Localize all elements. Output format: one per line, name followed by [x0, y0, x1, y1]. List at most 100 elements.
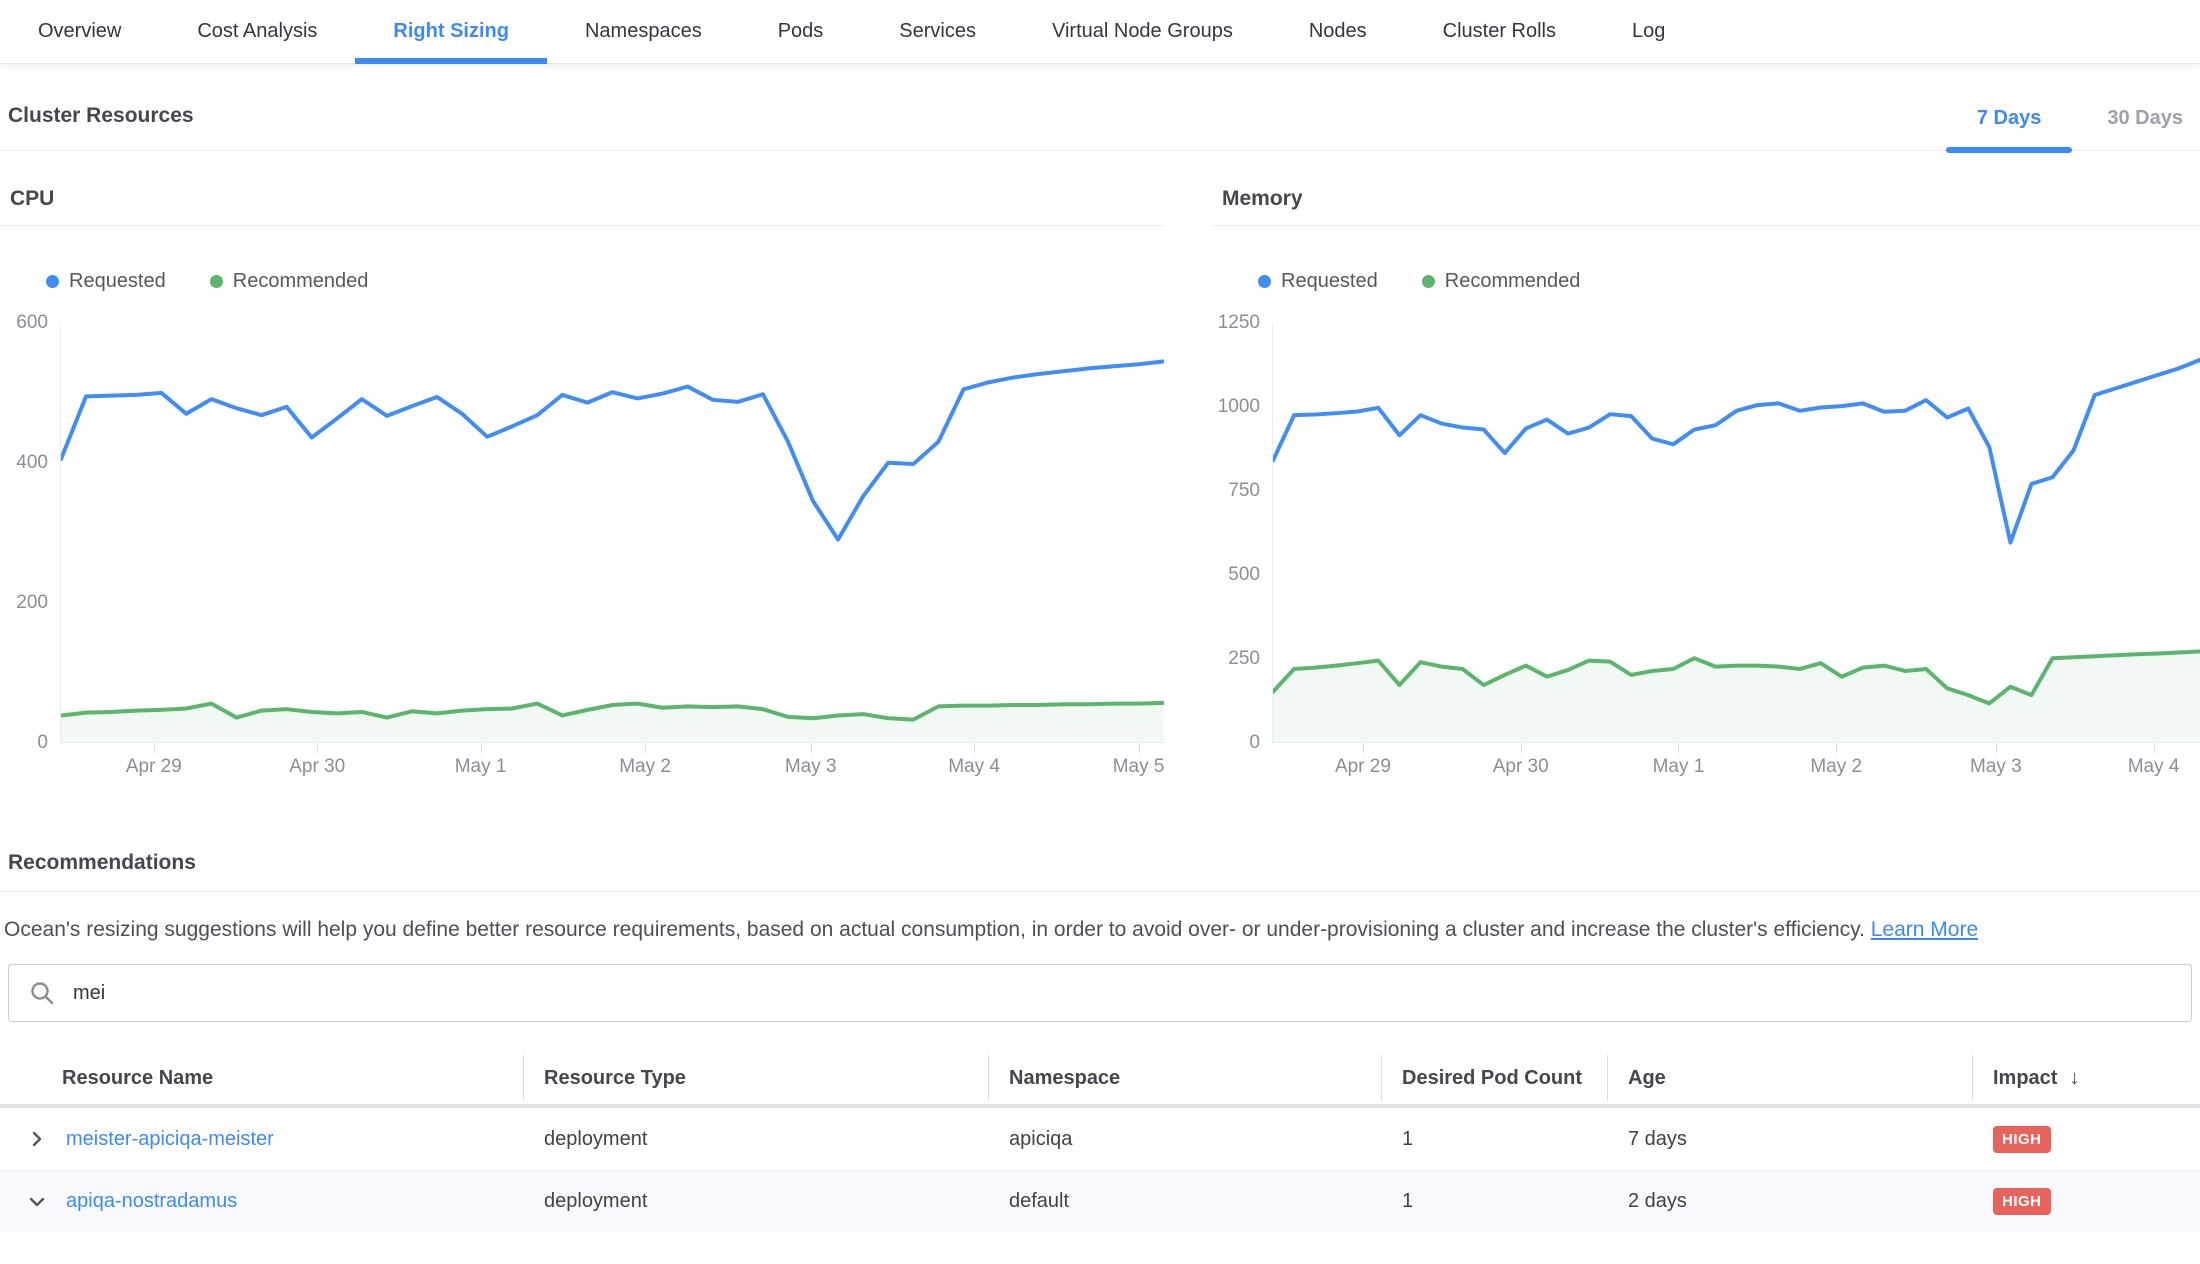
x-axis-labels: Apr 29Apr 30May 1May 2May 3May 4May 5 — [60, 743, 1164, 787]
legend-label: Recommended — [1445, 270, 1581, 293]
y-tick-label: 250 — [1228, 648, 1260, 670]
x-tick-mark — [154, 743, 155, 753]
x-tick-mark — [481, 743, 482, 753]
series-line-requested — [61, 361, 1164, 539]
y-tick-label: 750 — [1228, 480, 1260, 502]
x-tick-mark — [1836, 743, 1837, 753]
legend-item-requested[interactable]: Requested — [46, 270, 166, 293]
x-tick-label: May 3 — [785, 756, 837, 778]
age-cell: 2 days — [1607, 1190, 1972, 1213]
x-tick-mark — [1678, 743, 1679, 753]
column-header-label: Resource Type — [544, 1067, 686, 1090]
x-tick-label: Apr 29 — [126, 756, 182, 778]
x-tick-label: Apr 29 — [1335, 756, 1391, 778]
y-tick-label: 600 — [16, 312, 48, 334]
impact-badge: HIGH — [1993, 1126, 2051, 1153]
legend-dot-icon — [46, 275, 59, 288]
chevron-down-icon[interactable] — [26, 1191, 48, 1213]
recommendations-header: Recommendations — [0, 851, 2200, 892]
impact-cell: HIGH — [1972, 1126, 2200, 1153]
x-tick-mark — [645, 743, 646, 753]
x-tick-label: May 2 — [1810, 756, 1862, 778]
namespace-cell: default — [988, 1190, 1381, 1213]
column-header-resource-type[interactable]: Resource Type — [523, 1067, 988, 1090]
charts-row: CPU RequestedRecommended 0200400600 Apr … — [0, 187, 2200, 787]
tab-pods[interactable]: Pods — [740, 0, 862, 63]
y-tick-label: 400 — [16, 452, 48, 474]
resource-type-cell: deployment — [523, 1190, 988, 1213]
range-tab-7-days[interactable]: 7 Days — [1977, 107, 2042, 150]
impact-cell: HIGH — [1972, 1188, 2200, 1215]
impact-badge: HIGH — [1993, 1188, 2051, 1215]
tab-cluster-rolls[interactable]: Cluster Rolls — [1405, 0, 1594, 63]
tab-virtual-node-groups[interactable]: Virtual Node Groups — [1014, 0, 1271, 63]
tab-namespaces[interactable]: Namespaces — [547, 0, 740, 63]
age-cell: 7 days — [1607, 1128, 1972, 1151]
column-header-impact[interactable]: Impact ↓ — [1972, 1067, 2200, 1090]
x-tick-mark — [1363, 743, 1364, 753]
column-header-namespace[interactable]: Namespace — [988, 1067, 1381, 1090]
resource-name-link[interactable]: meister-apiciqa-meister — [66, 1128, 274, 1151]
x-tick-label: May 4 — [948, 756, 1000, 778]
x-axis-labels: Apr 29Apr 30May 1May 2May 3May 4 — [1272, 743, 2200, 787]
recommendations-description: Ocean's resizing suggestions will help y… — [4, 918, 2200, 942]
legend-dot-icon — [210, 275, 223, 288]
x-tick-label: Apr 30 — [1493, 756, 1549, 778]
desired-pod-count-cell: 1 — [1381, 1190, 1607, 1213]
top-tab-bar: OverviewCost AnalysisRight SizingNamespa… — [0, 0, 2200, 64]
x-tick-mark — [317, 743, 318, 753]
table-header: Resource Name Resource Type Namespace Desir… — [0, 1052, 2200, 1108]
chevron-right-icon[interactable] — [26, 1128, 48, 1150]
column-header-label: Resource Name — [62, 1067, 213, 1090]
x-tick-mark — [974, 743, 975, 753]
column-header-desired-pod-count[interactable]: Desired Pod Count — [1381, 1067, 1607, 1090]
resource-name-cell: meister-apiciqa-meister — [0, 1128, 523, 1151]
legend-item-recommended[interactable]: Recommended — [210, 270, 369, 293]
x-tick-label: May 2 — [619, 756, 671, 778]
y-tick-label: 0 — [37, 732, 48, 754]
column-header-label: Impact — [1993, 1067, 2057, 1090]
recommendations-title: Recommendations — [8, 851, 2200, 875]
y-axis-labels: 025050075010001250 — [1212, 323, 1272, 743]
x-tick-mark — [1996, 743, 1997, 753]
x-tick-mark — [1521, 743, 1522, 753]
tab-right-sizing[interactable]: Right Sizing — [355, 0, 547, 63]
tab-services[interactable]: Services — [861, 0, 1014, 63]
x-tick-label: May 5 — [1113, 756, 1165, 778]
column-header-label: Desired Pod Count — [1402, 1067, 1582, 1090]
learn-more-link[interactable]: Learn More — [1871, 918, 1978, 941]
chart-title: CPU — [0, 187, 1164, 226]
column-header-label: Age — [1628, 1067, 1666, 1090]
sort-descending-icon[interactable]: ↓ — [2069, 1067, 2079, 1090]
y-tick-label: 0 — [1249, 732, 1260, 754]
search-input[interactable] — [73, 982, 2171, 1005]
legend-dot-icon — [1258, 275, 1271, 288]
tab-nodes[interactable]: Nodes — [1271, 0, 1405, 63]
tab-overview[interactable]: Overview — [0, 0, 159, 63]
x-tick-label: May 1 — [455, 756, 507, 778]
resource-name-link[interactable]: apiqa-nostradamus — [66, 1190, 237, 1213]
plot-area — [1272, 323, 2200, 743]
description-text: Ocean's resizing suggestions will help y… — [4, 918, 1865, 941]
column-header-age[interactable]: Age — [1607, 1067, 1972, 1090]
legend-dot-icon — [1422, 275, 1435, 288]
table-row: meister-apiciqa-meisterdeploymentapiciqa… — [0, 1108, 2200, 1170]
tab-cost-analysis[interactable]: Cost Analysis — [159, 0, 355, 63]
column-header-resource-name[interactable]: Resource Name — [0, 1067, 523, 1090]
series-line-requested — [1273, 360, 2200, 543]
legend-item-requested[interactable]: Requested — [1258, 270, 1378, 293]
x-tick-mark — [2154, 743, 2155, 753]
legend-label: Requested — [1281, 270, 1378, 293]
column-header-label: Namespace — [1009, 1067, 1120, 1090]
search-box — [8, 964, 2192, 1022]
legend-item-recommended[interactable]: Recommended — [1422, 270, 1581, 293]
plot-area — [60, 323, 1164, 743]
series-area-recommended — [61, 703, 1164, 742]
range-tab-30-days[interactable]: 30 Days — [2107, 107, 2183, 150]
legend-label: Recommended — [233, 270, 369, 293]
memory-chart-panel: Memory RequestedRecommended 025050075010… — [1212, 187, 2200, 787]
table-row: apiqa-nostradamus deploymentdefault12 day… — [0, 1170, 2200, 1232]
y-tick-label: 1250 — [1218, 312, 1260, 334]
tab-log[interactable]: Log — [1594, 0, 1703, 63]
search-icon — [29, 980, 55, 1006]
